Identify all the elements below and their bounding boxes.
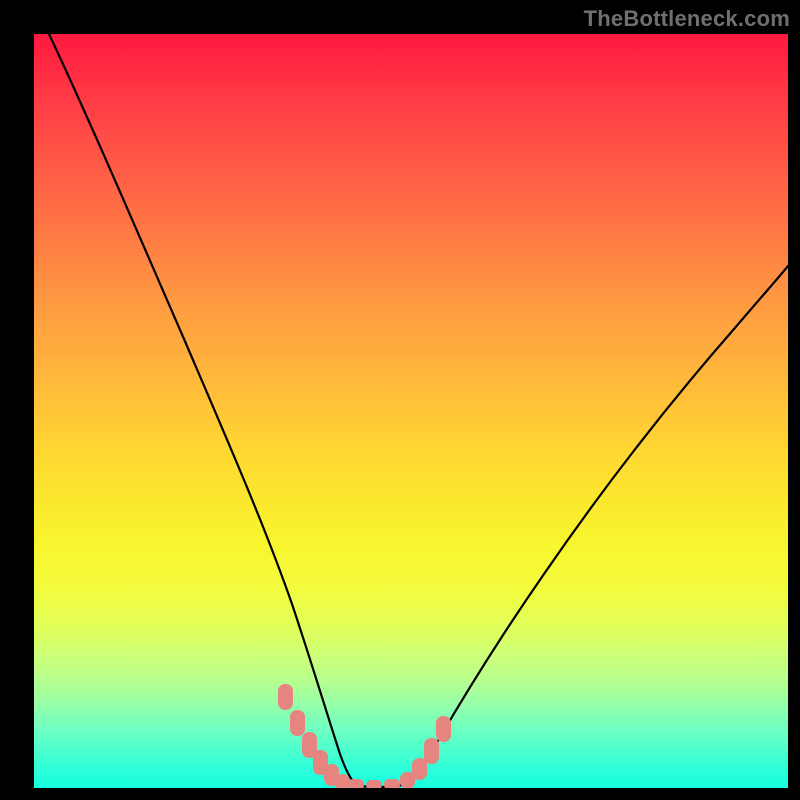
marker-right-3 <box>424 738 439 764</box>
plot-svg <box>34 34 788 788</box>
marker-group <box>278 684 451 788</box>
marker-left-6 <box>335 774 350 788</box>
marker-floor-2 <box>366 780 382 788</box>
plot-area <box>34 34 788 788</box>
bottleneck-curve-left <box>49 34 359 786</box>
marker-left-1 <box>278 684 293 710</box>
bottleneck-curve-right <box>399 266 788 786</box>
marker-right-4 <box>436 716 451 742</box>
marker-floor-1 <box>348 779 364 788</box>
marker-right-2 <box>412 758 427 780</box>
curve-group <box>49 34 788 787</box>
watermark-text: TheBottleneck.com <box>584 6 790 32</box>
marker-left-2 <box>290 710 305 736</box>
chart-frame: { "watermark": "TheBottleneck.com", "cha… <box>0 0 800 800</box>
marker-floor-3 <box>384 779 400 788</box>
